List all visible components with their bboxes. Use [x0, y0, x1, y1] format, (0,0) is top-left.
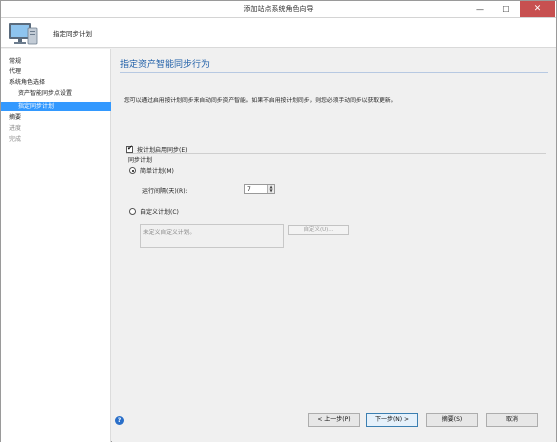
stepper-down-icon[interactable]: ▼ — [268, 189, 274, 193]
close-button[interactable]: ✕ — [520, 1, 555, 17]
page-title: 指定资产智能同步行为 — [120, 60, 211, 70]
help-icon[interactable]: ? — [115, 416, 124, 425]
custom-schedule-placeholder: 未定义自定义计划。 — [143, 230, 196, 236]
nav-item-progress: 进度 — [9, 125, 22, 132]
simple-schedule-label: 简单计划(M) — [140, 168, 174, 175]
intro-text: 您可以通过启用按计划同步来自动同步资产智能。如果不启用按计划同步，则您必须手动同… — [124, 98, 397, 104]
schedule-group-divider — [126, 153, 546, 154]
nav-item-role-selection[interactable]: 系统角色选择 — [9, 79, 45, 87]
interval-label: 运行间隔(天)(R): — [142, 188, 188, 195]
title-bar: 添加站点系统角色向导 — ☐ ✕ — [1, 1, 556, 18]
nav-item-sync-schedule-label: 指定同步计划 — [18, 103, 55, 110]
nav-item-completion: 完成 — [9, 136, 22, 143]
custom-schedule-radio-row[interactable]: 自定义计划(C) — [129, 207, 179, 216]
enable-schedule-checkbox[interactable]: ✔ — [126, 144, 133, 153]
nav-item-sync-schedule[interactable]: 指定同步计划 — [1, 102, 111, 111]
title-divider — [120, 72, 548, 73]
computer-monitor-icon — [9, 23, 38, 45]
custom-schedule-textbox: 未定义自定义计划。 — [140, 224, 284, 248]
wizard-content: 指定资产智能同步行为 您可以通过启用按计划同步来自动同步资产智能。如果不启用按计… — [112, 49, 556, 406]
nav-item-general[interactable]: 常规 — [9, 58, 21, 66]
customize-button: 自定义(U)... — [288, 225, 349, 235]
wizard-window: 添加站点系统角色向导 — ☐ ✕ 指定同步计划 常规 代理 系统角色选择 资产智… — [0, 0, 557, 442]
nav-item-ai-sync-settings[interactable]: 资产智能同步点设置 — [18, 90, 72, 98]
summary-button[interactable]: 摘要(S) — [426, 413, 478, 427]
cancel-button[interactable]: 取消 — [486, 413, 538, 427]
header-title: 指定同步计划 — [53, 30, 92, 38]
simple-schedule-radio[interactable] — [129, 167, 136, 174]
interval-stepper[interactable]: 7 ▲ ▼ — [244, 184, 275, 194]
radio-selected-dot — [131, 169, 134, 172]
schedule-group-label: 同步计划 — [128, 157, 153, 164]
nav-item-proxy[interactable]: 代理 — [9, 68, 21, 76]
minimize-button[interactable]: — — [467, 1, 493, 17]
wizard-nav: 常规 代理 系统角色选择 资产智能同步点设置 指定同步计划 摘要 进度 完成 — [1, 49, 111, 442]
stepper-buttons: ▲ ▼ — [267, 185, 274, 193]
next-button[interactable]: 下一步(N) > — [366, 413, 418, 427]
simple-schedule-radio-row[interactable]: 简单计划(M) — [129, 166, 174, 175]
checkmark-icon: ✔ — [127, 144, 133, 152]
nav-item-summary[interactable]: 摘要 — [9, 114, 21, 122]
wizard-header: 指定同步计划 — [1, 18, 556, 48]
back-button[interactable]: < 上一步(P) — [308, 413, 360, 427]
custom-schedule-radio[interactable] — [129, 208, 136, 215]
interval-value[interactable]: 7 — [247, 185, 251, 194]
custom-schedule-label: 自定义计划(C) — [140, 209, 179, 216]
maximize-button[interactable]: ☐ — [493, 1, 519, 17]
wizard-footer: ? < 上一步(P) 下一步(N) > 摘要(S) 取消 — [112, 406, 556, 442]
